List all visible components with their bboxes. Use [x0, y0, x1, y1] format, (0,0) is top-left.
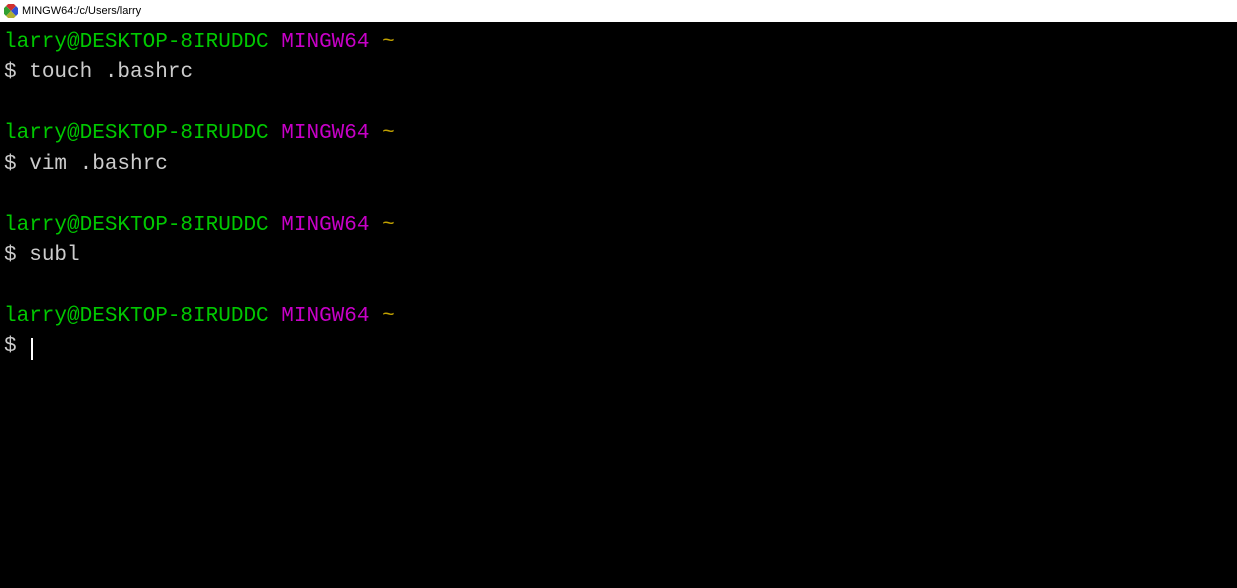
command-text: subl: [29, 244, 79, 267]
prompt-shell: MINGW64: [281, 214, 369, 237]
command-text: touch .bashrc: [29, 61, 193, 84]
prompt-user-host: larry@DESKTOP-8IRUDDC: [4, 305, 269, 328]
prompt-path: ~: [382, 122, 395, 145]
prompt-user-host: larry@DESKTOP-8IRUDDC: [4, 214, 269, 237]
prompt-symbol: $: [4, 153, 17, 176]
blank-line: [4, 272, 1233, 302]
prompt-line: larry@DESKTOP-8IRUDDC MINGW64 ~: [4, 119, 1233, 149]
prompt-shell: MINGW64: [281, 122, 369, 145]
current-command-line[interactable]: $: [4, 332, 1233, 362]
command-line: $ touch .bashrc: [4, 58, 1233, 88]
prompt-user-host: larry@DESKTOP-8IRUDDC: [4, 122, 269, 145]
prompt-line: larry@DESKTOP-8IRUDDC MINGW64 ~: [4, 28, 1233, 58]
cursor: [31, 338, 33, 360]
blank-line: [4, 89, 1233, 119]
prompt-user-host: larry@DESKTOP-8IRUDDC: [4, 31, 269, 54]
prompt-line: larry@DESKTOP-8IRUDDC MINGW64 ~: [4, 302, 1233, 332]
command-text: vim .bashrc: [29, 153, 168, 176]
prompt-symbol: $: [4, 335, 17, 358]
window-title-bar: MINGW64:/c/Users/larry: [0, 0, 1237, 22]
prompt-symbol: $: [4, 61, 17, 84]
prompt-path: ~: [382, 305, 395, 328]
prompt-line: larry@DESKTOP-8IRUDDC MINGW64 ~: [4, 211, 1233, 241]
prompt-shell: MINGW64: [281, 305, 369, 328]
blank-line: [4, 180, 1233, 210]
prompt-symbol: $: [4, 244, 17, 267]
command-line: $ subl: [4, 241, 1233, 271]
command-line: $ vim .bashrc: [4, 150, 1233, 180]
terminal-area[interactable]: larry@DESKTOP-8IRUDDC MINGW64 ~ $ touch …: [0, 22, 1237, 588]
prompt-shell: MINGW64: [281, 31, 369, 54]
git-bash-icon: [4, 4, 18, 18]
window-title-text: MINGW64:/c/Users/larry: [22, 5, 141, 17]
prompt-path: ~: [382, 31, 395, 54]
prompt-path: ~: [382, 214, 395, 237]
